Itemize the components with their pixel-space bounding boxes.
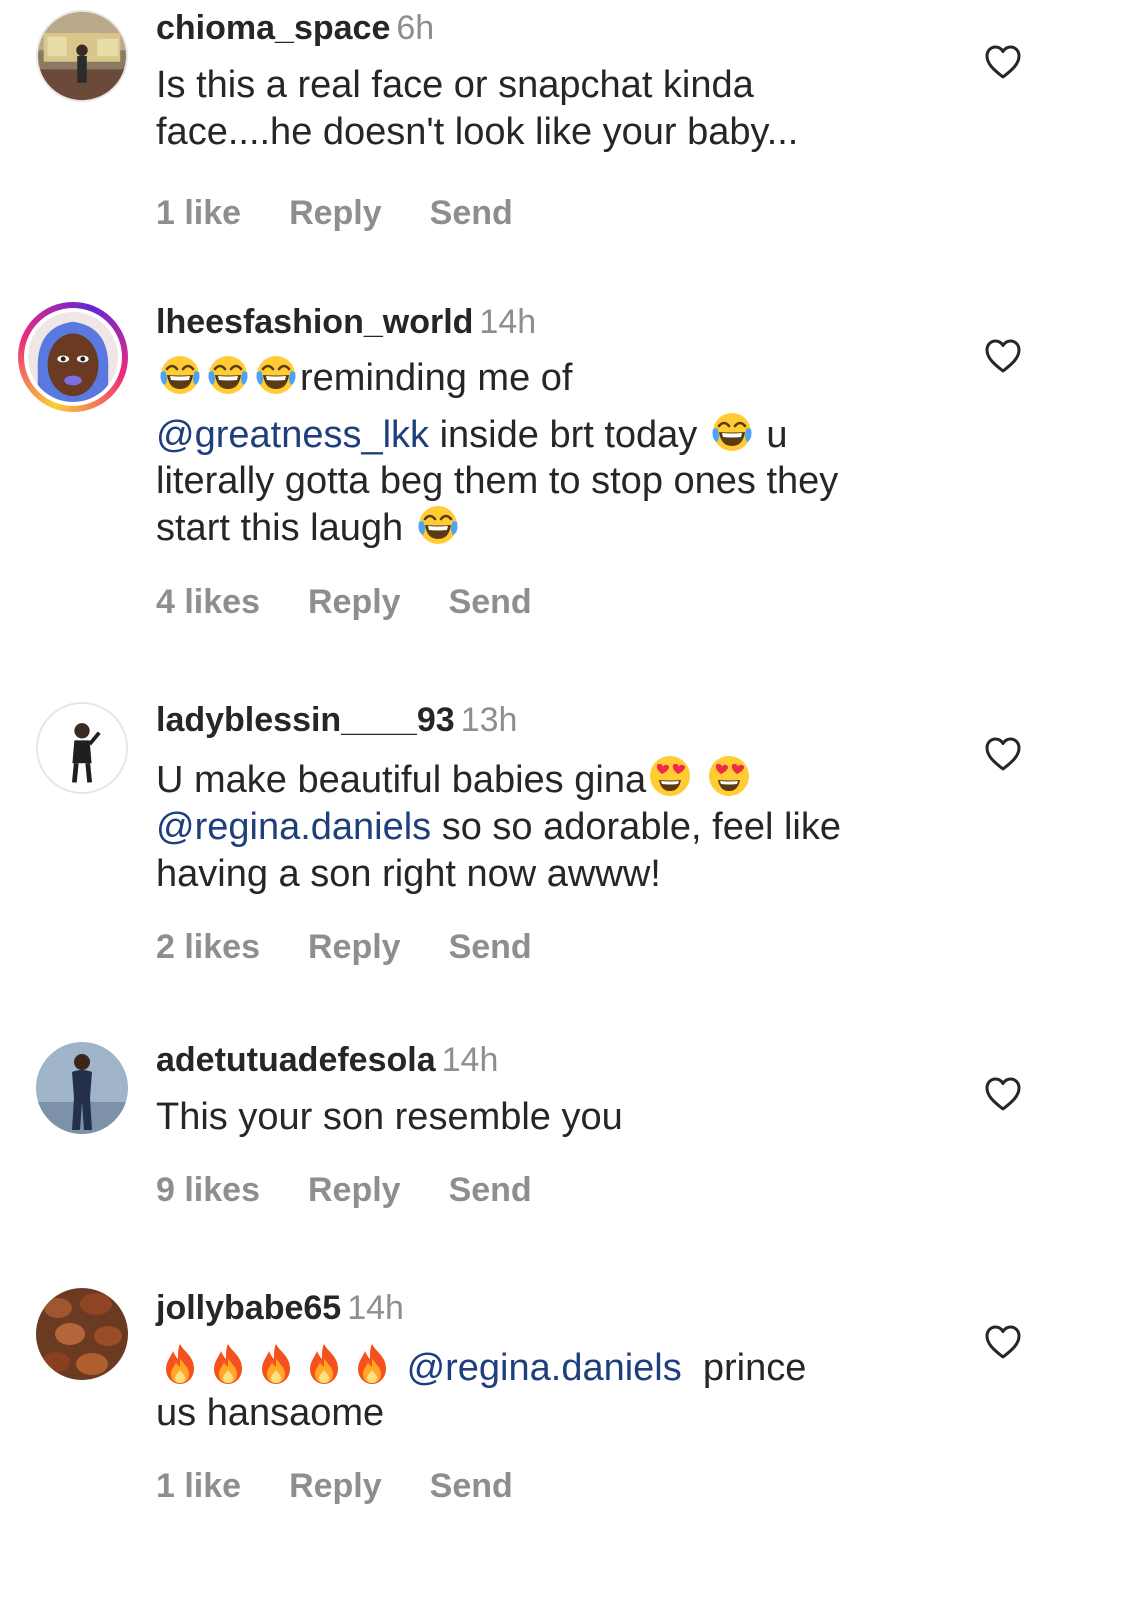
fire-emoji-icon xyxy=(302,1342,346,1386)
likes-count[interactable]: 1 like xyxy=(156,1467,241,1505)
avatar-image-icon xyxy=(38,704,126,792)
comment-text: Is this a real face or snapchat kinda fa… xyxy=(156,62,946,156)
tears-of-joy-emoji-icon xyxy=(206,352,250,396)
avatar[interactable] xyxy=(36,10,128,102)
username[interactable]: ladyblessin____93 xyxy=(156,701,455,739)
username[interactable]: jollybabe65 xyxy=(156,1289,341,1327)
comment-header: adetutuadefesola 14h xyxy=(156,1040,946,1080)
comment-header: jollybabe65 14h xyxy=(156,1288,946,1328)
avatar[interactable] xyxy=(36,1288,128,1380)
comment-text-segment: so so adorable, feel like xyxy=(431,806,841,848)
comment-text-segment: u xyxy=(755,414,788,456)
username[interactable]: chioma_space xyxy=(156,9,390,47)
comment-text: U make beautiful babies gina @regina.dan… xyxy=(156,754,946,898)
likes-count[interactable]: 4 likes xyxy=(156,583,260,621)
avatar-image-icon xyxy=(36,1288,128,1380)
avatar-image-icon xyxy=(36,1042,128,1134)
heart-outline-icon[interactable] xyxy=(984,1324,1022,1360)
comment-line: start this laugh xyxy=(156,502,946,553)
send-button[interactable]: Send xyxy=(430,1467,513,1505)
reply-button[interactable]: Reply xyxy=(289,194,382,232)
likes-count[interactable]: 9 likes xyxy=(156,1171,260,1209)
avatar[interactable] xyxy=(36,1042,128,1134)
comment-actions: 9 likes Reply Send xyxy=(156,1171,946,1210)
comment-text-segment: start this laugh xyxy=(156,507,414,549)
heart-outline-icon[interactable] xyxy=(984,338,1022,374)
comment-line: @greatness_lkk inside brt today u xyxy=(156,409,946,460)
comment-actions: 4 likes Reply Send xyxy=(156,583,946,622)
comment-line: us hansaome xyxy=(156,1392,385,1434)
send-button[interactable]: Send xyxy=(449,928,532,966)
fire-emoji-icon xyxy=(206,1342,250,1386)
tears-of-joy-emoji-icon xyxy=(254,352,298,396)
timestamp: 6h xyxy=(396,9,435,47)
comment-text-segment: reminding me of xyxy=(300,357,573,399)
comment-text: reminding me of @greatness_lkk inside br… xyxy=(156,352,946,553)
comment-header: ladyblessin____93 13h xyxy=(156,700,946,740)
username[interactable]: adetutuadefesola xyxy=(156,1041,436,1079)
avatar[interactable] xyxy=(18,302,128,412)
comment-line: having a son right now awww! xyxy=(156,853,661,895)
send-button[interactable]: Send xyxy=(430,194,513,232)
likes-count[interactable]: 1 like xyxy=(156,194,241,232)
mention-link[interactable]: @greatness_lkk xyxy=(156,414,429,456)
comment-line: reminding me of xyxy=(156,352,946,403)
comment-actions: 1 like Reply Send xyxy=(156,194,946,233)
fire-emoji-icon xyxy=(254,1342,298,1386)
timestamp: 14h xyxy=(479,303,537,341)
comment-line: U make beautiful babies gina xyxy=(156,754,946,804)
comment-text: @regina.daniels prince us hansaome xyxy=(156,1342,946,1437)
comment-line: @regina.daniels prince xyxy=(156,1342,946,1392)
comment-header: chioma_space 6h xyxy=(156,8,946,48)
timestamp: 14h xyxy=(441,1041,499,1079)
mention-link[interactable]: @regina.daniels xyxy=(407,1347,682,1389)
heart-outline-icon[interactable] xyxy=(984,44,1022,80)
comment-header: lheesfashion_world 14h xyxy=(156,302,946,342)
mention-link[interactable]: @regina.daniels xyxy=(156,806,431,848)
reply-button[interactable]: Reply xyxy=(308,928,401,966)
comment-text: This your son resemble you xyxy=(156,1094,946,1141)
heart-eyes-emoji-icon xyxy=(707,754,751,798)
tears-of-joy-emoji-icon xyxy=(710,409,754,453)
send-button[interactable]: Send xyxy=(449,1171,532,1209)
fire-emoji-icon xyxy=(350,1342,394,1386)
fire-emoji-icon xyxy=(158,1342,202,1386)
heart-outline-icon[interactable] xyxy=(984,1076,1022,1112)
avatar-image-icon xyxy=(28,312,118,402)
tears-of-joy-emoji-icon xyxy=(416,502,460,546)
reply-button[interactable]: Reply xyxy=(308,583,401,621)
likes-count[interactable]: 2 likes xyxy=(156,928,260,966)
tears-of-joy-emoji-icon xyxy=(158,352,202,396)
avatar[interactable] xyxy=(36,702,128,794)
comment-line: @regina.daniels so so adorable, feel lik… xyxy=(156,804,946,851)
comment-line: literally gotta beg them to stop ones th… xyxy=(156,460,839,502)
comment-text-segment: prince xyxy=(681,1347,807,1389)
heart-outline-icon[interactable] xyxy=(984,736,1022,772)
avatar-image-icon xyxy=(38,12,126,100)
comment-line: This your son resemble you xyxy=(156,1096,623,1138)
comment-actions: 2 likes Reply Send xyxy=(156,928,946,967)
send-button[interactable]: Send xyxy=(449,583,532,621)
heart-eyes-emoji-icon xyxy=(648,754,692,798)
reply-button[interactable]: Reply xyxy=(289,1467,382,1505)
username[interactable]: lheesfashion_world xyxy=(156,303,473,341)
reply-button[interactable]: Reply xyxy=(308,1171,401,1209)
comment-text-segment: U make beautiful babies gina xyxy=(156,759,647,801)
comment-text-segment: inside brt today xyxy=(429,414,708,456)
comment-actions: 1 like Reply Send xyxy=(156,1467,946,1506)
comment-line: face....he doesn't look like your baby..… xyxy=(156,111,799,153)
comment-line: Is this a real face or snapchat kinda xyxy=(156,64,754,106)
timestamp: 13h xyxy=(460,701,518,739)
timestamp: 14h xyxy=(347,1289,404,1327)
